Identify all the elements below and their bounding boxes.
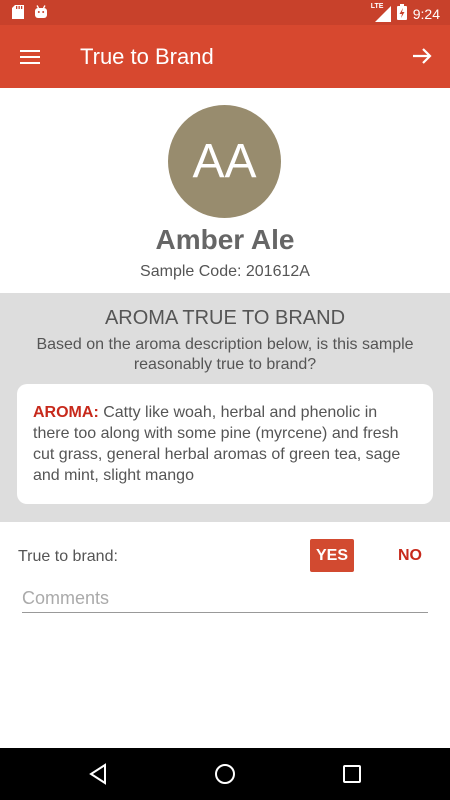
arrow-right-icon[interactable]	[410, 44, 434, 68]
true-to-brand-row: True to brand: YES NO	[0, 522, 450, 590]
clock: 9:24	[412, 5, 440, 22]
aroma-label: AROMA:	[33, 404, 99, 421]
navigation-bar	[0, 748, 450, 800]
home-icon[interactable]	[213, 762, 237, 786]
aroma-section-title: AROMA TRUE TO BRAND	[104, 307, 346, 329]
aroma-card: AROMA: Catty like woah, herbal and pheno…	[17, 384, 433, 504]
aroma-question: Based on the aroma description below, is…	[36, 336, 414, 373]
app-bar: True to Brand	[0, 25, 450, 88]
battery-icon	[396, 4, 407, 23]
comments-input[interactable]	[22, 584, 428, 613]
back-icon[interactable]	[86, 762, 110, 786]
status-bar: LTE 9:24	[0, 0, 450, 25]
true-to-brand-label: True to brand:	[18, 548, 118, 565]
beer-name: Amber Ale	[155, 224, 295, 255]
aroma-section: AROMA TRUE TO BRAND Based on the aroma d…	[0, 293, 450, 522]
status-left-icons	[12, 5, 48, 24]
menu-icon[interactable]	[18, 45, 42, 69]
sd-card-icon	[12, 5, 24, 24]
page-title: True to Brand	[80, 44, 214, 69]
no-button[interactable]: NO	[390, 539, 430, 572]
sample-code: Sample Code: 201612A	[140, 263, 310, 280]
status-right: LTE 9:24	[371, 3, 440, 23]
avatar: AA	[168, 105, 281, 218]
recents-icon[interactable]	[340, 762, 364, 786]
android-icon	[34, 5, 48, 24]
yes-button[interactable]: YES	[310, 539, 354, 572]
lte-signal-icon: LTE	[371, 3, 391, 22]
beer-profile: AA Amber Ale Sample Code: 201612A	[0, 88, 450, 293]
